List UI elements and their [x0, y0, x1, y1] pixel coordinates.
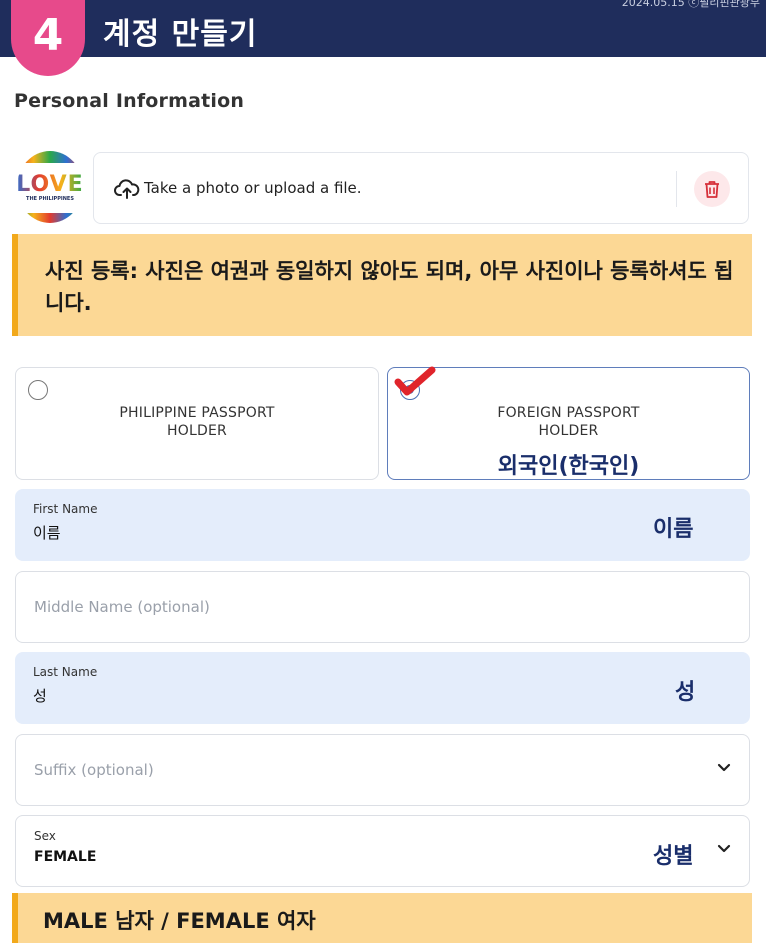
- step-number: 4: [32, 9, 64, 61]
- profile-photo-thumbnail: LOVE THE PHILIPPINES: [17, 151, 83, 223]
- radio-unselected[interactable]: [28, 380, 48, 400]
- page-title: 계정 만들기: [103, 17, 258, 52]
- photo-notice-text: 사진 등록: 사진은 여권과 동일하지 않아도 되며, 아무 사진이나 등록하셔…: [45, 259, 734, 315]
- last-name-field[interactable]: Last Name 성 성: [15, 652, 750, 724]
- trash-icon: [705, 181, 719, 198]
- divider: [676, 171, 677, 207]
- chevron-down-icon: [717, 763, 731, 772]
- foreign-annotation: 외국인(한국인): [497, 454, 640, 479]
- header-bar: 2024.05.15 ⓒ필리핀관광부 계정 만들기: [0, 0, 766, 57]
- last-name-annotation: 성: [675, 680, 696, 705]
- last-name-label: Last Name: [33, 665, 98, 679]
- photo-upload-field[interactable]: Take a photo or upload a file.: [93, 152, 749, 224]
- middle-name-field[interactable]: Middle Name (optional): [15, 571, 750, 643]
- cloud-upload-icon: [114, 179, 140, 199]
- sex-notice-banner: MALE 남자 / FEMALE 여자: [12, 893, 752, 943]
- suffix-placeholder: Suffix (optional): [34, 761, 154, 779]
- option-label: FOREIGN PASSPORT HOLDER: [497, 405, 640, 439]
- first-name-field[interactable]: First Name 이름 이름: [15, 489, 750, 561]
- red-check-mark-icon: [394, 366, 436, 396]
- chevron-down-icon: [717, 844, 731, 853]
- foreign-passport-option[interactable]: FOREIGN PASSPORT HOLDER 외국인(한국인): [387, 366, 750, 480]
- sex-notice-text: MALE 남자 / FEMALE 여자: [43, 909, 316, 933]
- section-title: Personal Information: [14, 90, 245, 112]
- middle-name-placeholder: Middle Name (optional): [34, 598, 210, 616]
- step-badge: 4: [11, 0, 85, 76]
- sex-select[interactable]: Sex FEMALE 성별: [15, 815, 750, 887]
- sex-annotation: 성별: [653, 844, 694, 869]
- first-name-value: 이름: [33, 524, 61, 542]
- suffix-select[interactable]: Suffix (optional): [15, 734, 750, 806]
- delete-photo-button[interactable]: [694, 171, 730, 207]
- first-name-label: First Name: [33, 502, 98, 516]
- photo-notice-banner: 사진 등록: 사진은 여권과 동일하지 않아도 되며, 아무 사진이나 등록하셔…: [12, 234, 752, 336]
- logo-love-text: LOVE: [17, 172, 83, 197]
- philippine-passport-option[interactable]: PHILIPPINE PASSPORT HOLDER: [15, 367, 379, 480]
- option-label: PHILIPPINE PASSPORT HOLDER: [119, 405, 275, 439]
- last-name-value: 성: [33, 687, 47, 705]
- sex-value: FEMALE: [34, 849, 97, 865]
- sex-label: Sex: [34, 829, 56, 843]
- create-account-page: 2024.05.15 ⓒ필리핀관광부 계정 만들기 4 Personal Inf…: [0, 0, 766, 948]
- upload-label: Take a photo or upload a file.: [144, 179, 362, 197]
- logo-subtext: THE PHILIPPINES: [26, 196, 74, 202]
- header-date: 2024.05.15 ⓒ필리핀관광부: [621, 0, 760, 9]
- first-name-annotation: 이름: [653, 517, 694, 542]
